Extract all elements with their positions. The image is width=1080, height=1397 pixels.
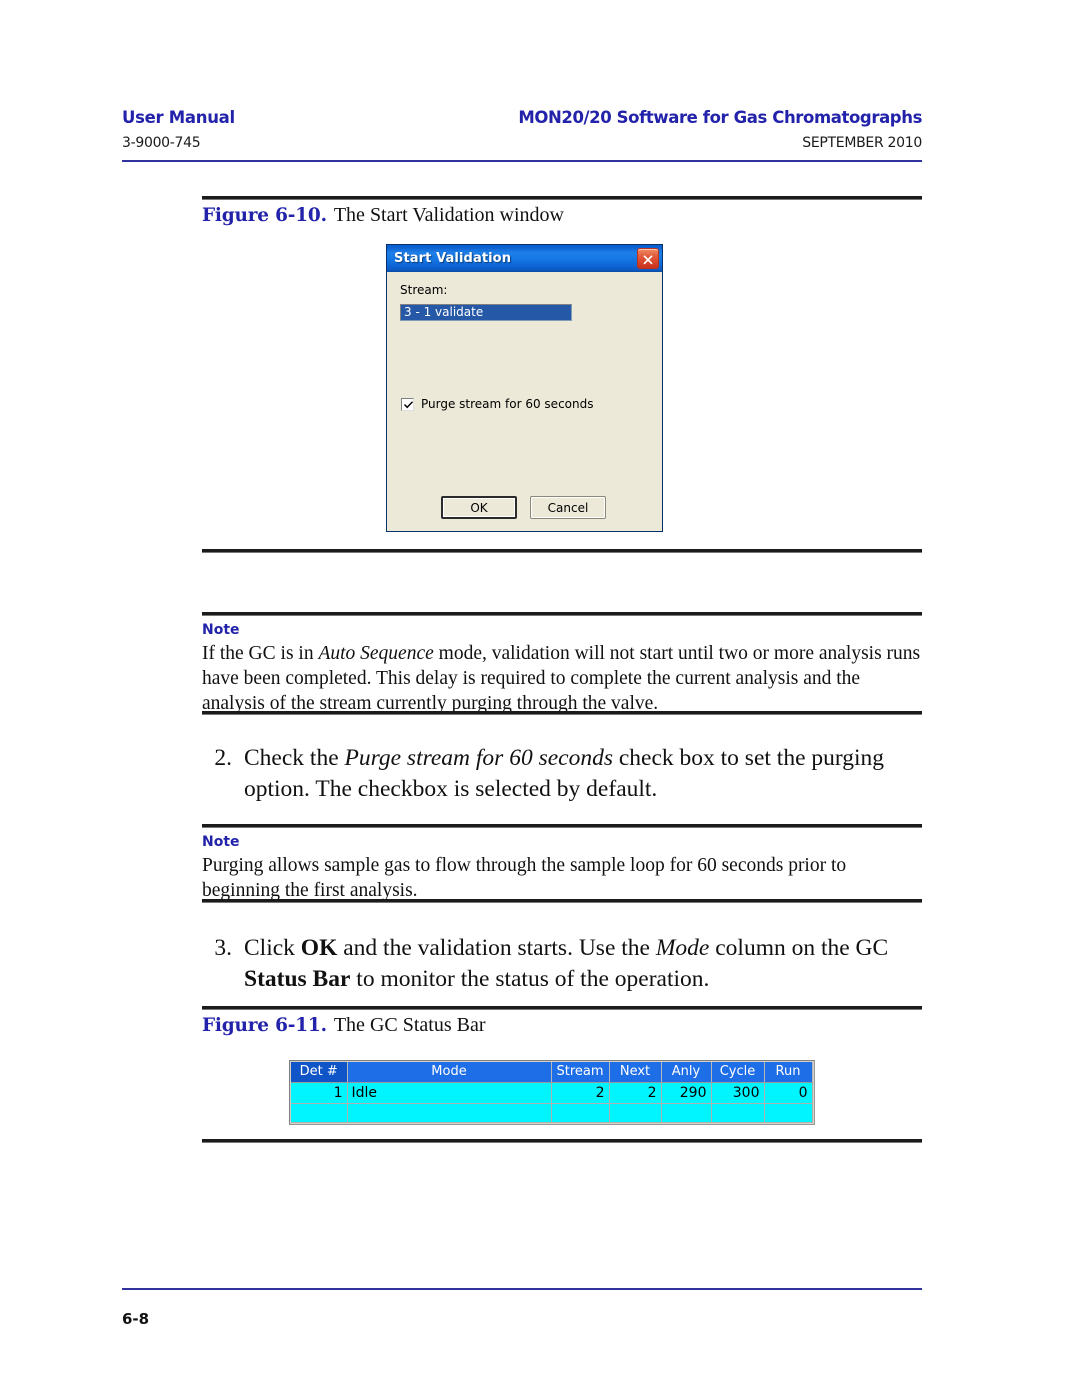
- figure-611-text: The GC Status Bar: [333, 1014, 486, 1036]
- rule-below-figure-611: [202, 1139, 922, 1143]
- step-3-text-bold1: OK: [300, 935, 338, 961]
- note-block-2: Note Purging allows sample gas to flow t…: [202, 834, 922, 903]
- cell-empty: [551, 1103, 610, 1123]
- column-header-stream[interactable]: Stream: [551, 1062, 610, 1083]
- rule-below-figure-610: [202, 549, 922, 553]
- note-1-title: Note: [202, 622, 240, 638]
- step-3-text-italic: Mode: [655, 935, 710, 961]
- figure-610-caption: Figure 6-10. The Start Validation window: [202, 204, 564, 227]
- note-1-text-part1: If the GC is in: [202, 643, 319, 664]
- note-block-1: Note If the GC is in Auto Sequence mode,…: [202, 622, 922, 716]
- step-2: 2. Check the Purge stream for 60 seconds…: [202, 743, 932, 805]
- note-2-title: Note: [202, 834, 240, 850]
- step-3: 3. Click OK and the validation starts. U…: [202, 933, 932, 995]
- figure-610-number: Figure 6-10.: [202, 205, 327, 226]
- column-header-run[interactable]: Run: [764, 1062, 813, 1083]
- cell-run: 0: [764, 1082, 813, 1104]
- page-number: 6-8: [122, 1310, 150, 1328]
- dialog-title: Start Validation: [394, 250, 512, 266]
- column-header-anly[interactable]: Anly: [661, 1062, 712, 1083]
- dialog-titlebar[interactable]: Start Validation: [387, 245, 662, 272]
- step-2-text-part1: Check the: [244, 745, 345, 771]
- table-row[interactable]: 1 Idle 2 2 290 300 0: [291, 1082, 813, 1104]
- note-2-body: Purging allows sample gas to flow throug…: [202, 855, 847, 901]
- cell-det: 1: [291, 1082, 348, 1104]
- table-row[interactable]: [291, 1103, 813, 1123]
- step-3-text-bold2: Status Bar: [244, 966, 351, 992]
- cell-next: 2: [609, 1082, 662, 1104]
- step-3-text-part3: column on the GC: [709, 935, 889, 961]
- cell-empty: [291, 1103, 348, 1123]
- purge-stream-checkbox-row[interactable]: Purge stream for 60 seconds: [401, 397, 593, 411]
- cell-empty: [764, 1103, 813, 1123]
- cell-anly: 290: [661, 1082, 712, 1104]
- header-title-row: User Manual MON20/20 Software for Gas Ch…: [122, 108, 922, 130]
- gc-status-bar-table: Det # Mode Stream Next Anly Cycle Run 1 …: [291, 1062, 813, 1123]
- note-1-text-italic: Auto Sequence: [318, 643, 434, 664]
- manual-page: User Manual MON20/20 Software for Gas Ch…: [0, 0, 1080, 1397]
- step-3-text-part4: to monitor the status of the operation.: [350, 966, 710, 992]
- footer-divider: [122, 1288, 922, 1290]
- cell-mode: Idle: [347, 1082, 552, 1104]
- step-3-text-part2: and the validation starts. Use the: [337, 935, 656, 961]
- header-meta-row: 3-9000-745 SEPTEMBER 2010: [122, 135, 922, 157]
- close-icon[interactable]: [637, 248, 659, 269]
- stream-label: Stream:: [400, 283, 448, 297]
- cell-empty: [347, 1103, 552, 1123]
- note-1-body: If the GC is in Auto Sequence mode, vali…: [202, 641, 922, 716]
- figure-610-text: The Start Validation window: [333, 204, 564, 226]
- header-right-title: MON20/20 Software for Gas Chromatographs: [518, 108, 922, 127]
- purge-stream-checkbox[interactable]: [401, 397, 414, 411]
- rule-above-figure-611: [202, 1006, 922, 1010]
- cell-empty: [661, 1103, 712, 1123]
- step-3-number: 3.: [214, 935, 232, 961]
- step-3-text-part1: Click: [244, 935, 301, 961]
- dialog-body: Stream: 3 - 1 validate Purge stream for …: [387, 272, 662, 531]
- step-2-number: 2.: [214, 745, 232, 771]
- header-document-number: 3-9000-745: [122, 135, 201, 151]
- figure-611-number: Figure 6-11.: [202, 1015, 327, 1036]
- page-header: User Manual MON20/20 Software for Gas Ch…: [122, 108, 922, 157]
- rule-above-note-1: [202, 612, 922, 616]
- header-divider: [122, 160, 922, 162]
- ok-button[interactable]: OK: [441, 496, 517, 519]
- rule-below-note-1: [202, 711, 922, 715]
- cell-empty: [711, 1103, 765, 1123]
- cell-empty: [609, 1103, 662, 1123]
- rule-above-note-2: [202, 824, 922, 828]
- stream-selected-item[interactable]: 3 - 1 validate: [401, 305, 571, 320]
- stream-listbox[interactable]: 3 - 1 validate: [400, 304, 572, 321]
- start-validation-dialog: Start Validation Stream: 3 - 1 validate …: [386, 244, 663, 532]
- dialog-button-row: OK Cancel: [387, 496, 662, 519]
- gc-status-bar: Det # Mode Stream Next Anly Cycle Run 1 …: [289, 1060, 815, 1125]
- figure-611-caption: Figure 6-11. The GC Status Bar: [202, 1014, 486, 1037]
- table-header-row: Det # Mode Stream Next Anly Cycle Run: [291, 1062, 813, 1083]
- column-header-next[interactable]: Next: [609, 1062, 662, 1083]
- column-header-cycle[interactable]: Cycle: [711, 1062, 765, 1083]
- cell-cycle: 300: [711, 1082, 765, 1104]
- step-2-text-italic: Purge stream for 60 seconds: [344, 745, 613, 771]
- rule-below-note-2: [202, 899, 922, 903]
- cell-stream: 2: [551, 1082, 610, 1104]
- rule-above-figure-610: [202, 196, 922, 200]
- column-header-det[interactable]: Det #: [291, 1062, 348, 1083]
- purge-stream-checkbox-label: Purge stream for 60 seconds: [421, 397, 594, 411]
- step-3-text: Click OK and the validation starts. Use …: [244, 933, 932, 995]
- step-2-text: Check the Purge stream for 60 seconds ch…: [244, 743, 932, 805]
- cancel-button[interactable]: Cancel: [530, 496, 606, 519]
- header-date: SEPTEMBER 2010: [802, 135, 922, 151]
- header-left-title: User Manual: [122, 108, 235, 127]
- column-header-mode[interactable]: Mode: [347, 1062, 552, 1083]
